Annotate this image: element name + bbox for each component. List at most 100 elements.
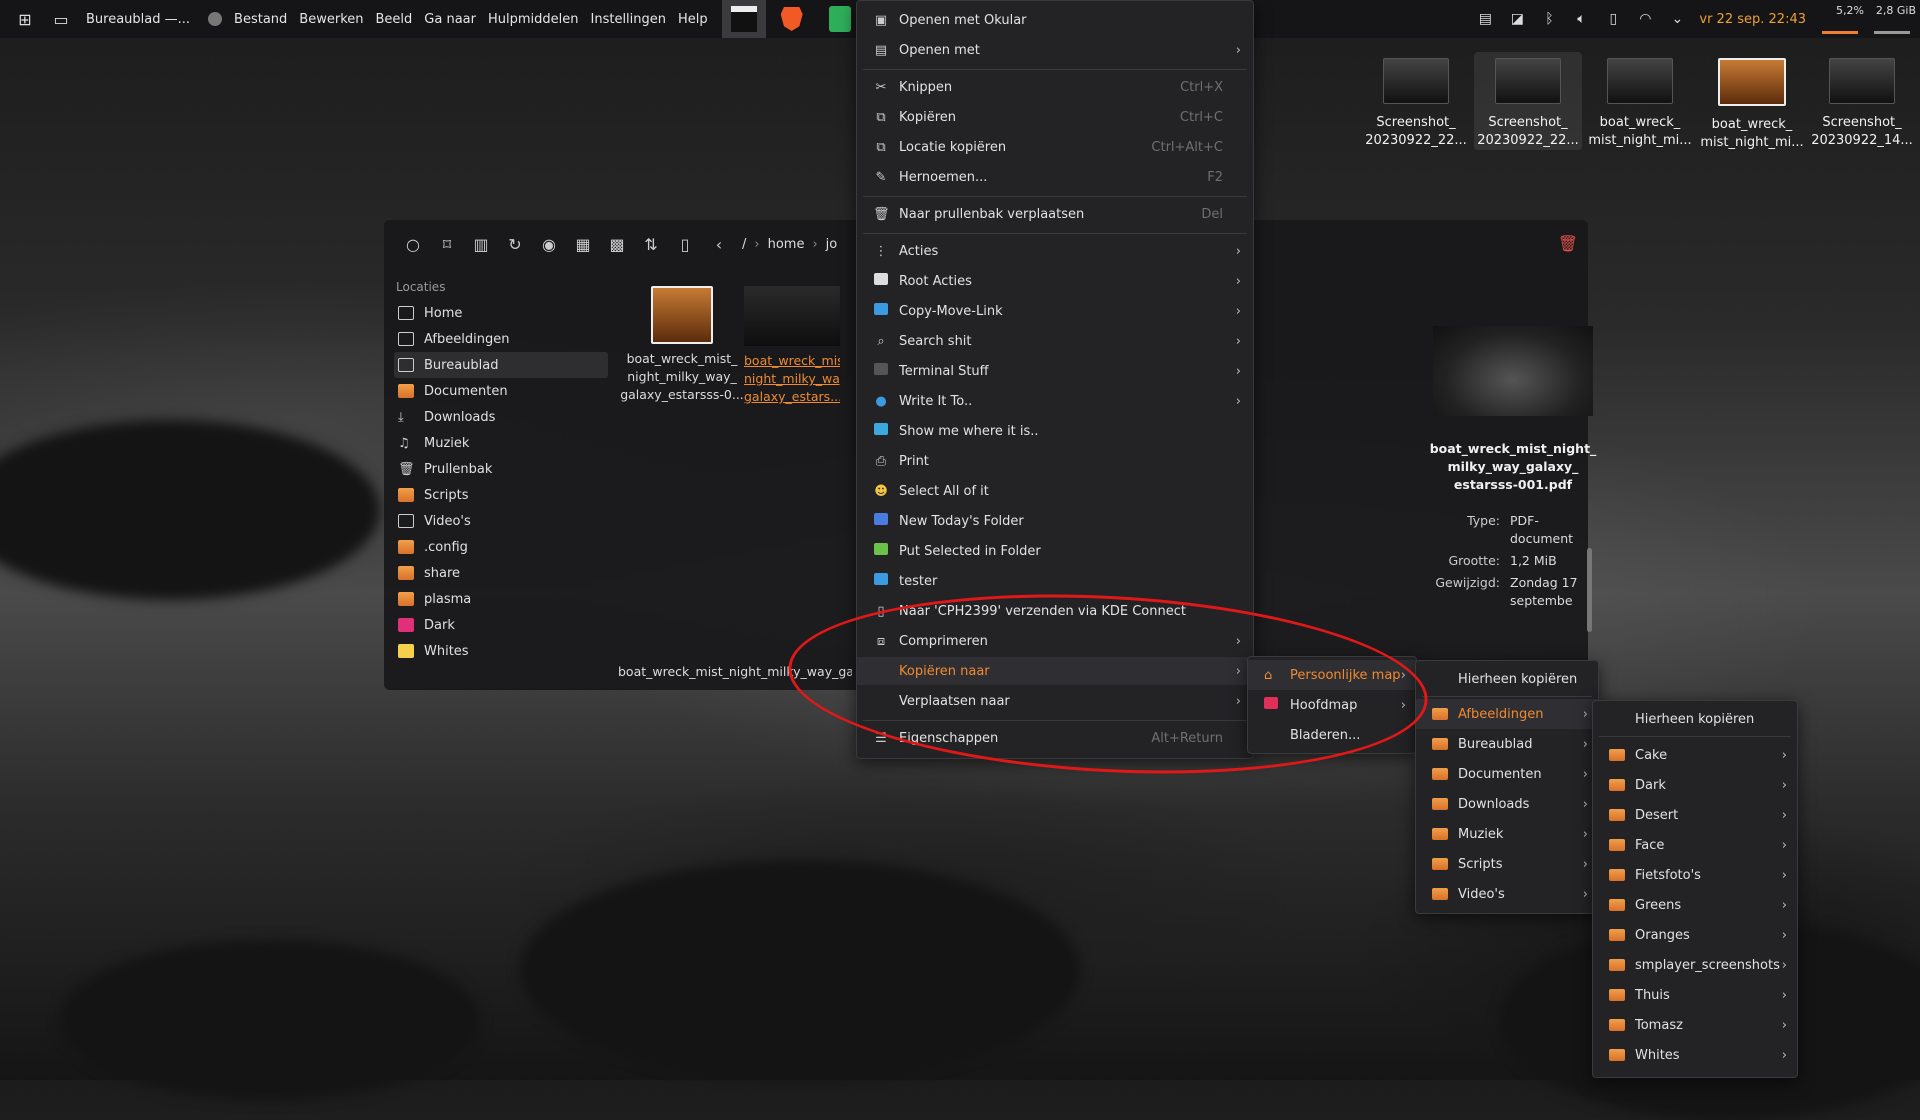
submenu-item-documenten[interactable]: Documenten › — [1416, 759, 1598, 789]
split-view-icon[interactable]: ▥ — [466, 230, 496, 258]
place-plasma[interactable]: plasma — [394, 586, 608, 612]
cpu-monitor[interactable]: 5,2% — [1816, 0, 1868, 38]
info-scrollbar[interactable] — [1587, 548, 1592, 632]
back-icon[interactable]: ‹ — [704, 230, 734, 258]
menu-item-move-to[interactable]: Verplaatsen naar › — [857, 687, 1253, 715]
submenu-item-downloads[interactable]: Downloads › — [1416, 789, 1598, 819]
menu-instellingen[interactable]: Instellingen — [591, 12, 667, 27]
bookmark-icon[interactable]: ⌑ — [432, 230, 462, 258]
menu-item-terminal-stuff[interactable]: Terminal Stuff › — [857, 357, 1253, 385]
menu-item-new-todays-folder[interactable]: New Today's Folder — [857, 507, 1253, 535]
compact-view-icon[interactable]: ▩ — [602, 230, 632, 258]
place-whites[interactable]: Whites — [394, 638, 608, 664]
menu-item-properties[interactable]: ☰ Eigenschappen Alt+Return — [857, 724, 1253, 752]
submenu-item-greens[interactable]: Greens › — [1593, 890, 1797, 920]
menu-item-show-me-where[interactable]: Show me where it is.. — [857, 417, 1253, 445]
desktop-icon[interactable]: boat_wreck_ mist_night_mi... — [1698, 52, 1806, 152]
place-prullenbak[interactable]: 🗑︎ Prullenbak — [394, 456, 608, 482]
place-muziek[interactable]: ♫ Muziek — [394, 430, 608, 456]
menu-beeld[interactable]: Beeld — [376, 12, 413, 27]
place-share[interactable]: share — [394, 560, 608, 586]
submenu-item-tomasz[interactable]: Tomasz › — [1593, 1010, 1797, 1040]
updates-icon[interactable]: ◪ — [1505, 9, 1529, 29]
desktop-icon[interactable]: Screenshot_ 20230922_22... — [1474, 52, 1582, 150]
desktop-icon[interactable]: boat_wreck_ mist_night_mi... — [1586, 52, 1694, 150]
new-file-icon[interactable]: ▯ — [670, 230, 700, 258]
task-brave-button[interactable] — [770, 0, 814, 38]
menu-item-move-to-trash[interactable]: 🗑︎ Naar prullenbak verplaatsen Del — [857, 200, 1253, 228]
clipboard-icon[interactable]: ▤ — [1473, 9, 1497, 29]
menu-item-print[interactable]: ⎙ Print — [857, 447, 1253, 475]
place-videos[interactable]: Video's — [394, 508, 608, 534]
submenu-item-whites[interactable]: Whites › — [1593, 1040, 1797, 1070]
place-config[interactable]: .config — [394, 534, 608, 560]
screen-capture-icon[interactable]: ▭ — [50, 8, 72, 30]
network-icon[interactable]: ◠ — [1633, 9, 1657, 29]
app-launcher-icon[interactable]: ⊞ — [14, 8, 36, 30]
refresh-icon[interactable]: ↻ — [500, 230, 530, 258]
submenu-item-copy-here[interactable]: Hierheen kopiëren — [1416, 664, 1598, 694]
menu-bewerken[interactable]: Bewerken — [299, 12, 363, 27]
preview-eye-icon[interactable]: ◉ — [534, 230, 564, 258]
menu-item-copy-move-link[interactable]: Copy-Move-Link › — [857, 297, 1253, 325]
digital-clock[interactable]: vr 22 sep. 22:43 — [1699, 12, 1806, 27]
menu-item-copy-location[interactable]: ⧉ Locatie kopiëren Ctrl+Alt+C — [857, 133, 1253, 161]
place-dark[interactable]: Dark — [394, 612, 608, 638]
menu-item-copy-to[interactable]: Kopiëren naar › — [857, 657, 1253, 685]
menu-item-open-okular[interactable]: ▣ Openen met Okular — [857, 6, 1253, 34]
volume-icon[interactable]: 🔈︎ — [1569, 9, 1593, 29]
circle-icon[interactable]: ○ — [398, 230, 428, 258]
sort-icon[interactable]: ⇅ — [636, 230, 666, 258]
menu-item-cut[interactable]: ✂ Knippen Ctrl+X — [857, 73, 1253, 101]
icons-view-icon[interactable]: ▦ — [568, 230, 598, 258]
menu-item-rename[interactable]: ✎ Hernoemen... F2 — [857, 163, 1253, 191]
submenu-item-root-folder[interactable]: Hoofdmap › — [1248, 690, 1416, 720]
submenu-item-home-folder[interactable]: ⌂ Persoonlijke map › — [1248, 660, 1416, 690]
breadcrumb-root[interactable]: / — [742, 237, 746, 252]
place-home[interactable]: Home — [394, 300, 608, 326]
delete-icon[interactable]: 🗑︎ — [1558, 234, 1578, 253]
desktop-icon[interactable]: Screenshot_ 20230922_22... — [1362, 52, 1470, 150]
memory-monitor[interactable]: 2,8 GiB — [1868, 0, 1920, 38]
menu-item-write-it-to[interactable]: ● Write It To.. › — [857, 387, 1253, 415]
menu-help[interactable]: Help — [678, 12, 708, 27]
submenu-item-muziek[interactable]: Muziek › — [1416, 819, 1598, 849]
submenu-item-face[interactable]: Face › — [1593, 830, 1797, 860]
menu-item-put-selected-in-folder[interactable]: Put Selected in Folder — [857, 537, 1253, 565]
menu-hulpmiddelen[interactable]: Hulpmiddelen — [488, 12, 579, 27]
submenu-item-browse[interactable]: Bladeren... — [1248, 720, 1416, 750]
submenu-item-bureaublad[interactable]: Bureaublad › — [1416, 729, 1598, 759]
breadcrumb-home[interactable]: home — [768, 237, 805, 252]
menu-item-open-with[interactable]: ▤ Openen met › — [857, 36, 1253, 64]
menu-item-kde-connect[interactable]: ▯ Naar 'CPH2399' verzenden via KDE Connec… — [857, 597, 1253, 625]
place-documenten[interactable]: Documenten — [394, 378, 608, 404]
task-terminal-button[interactable] — [721, 0, 766, 38]
submenu-item-copy-here[interactable]: Hierheen kopiëren — [1593, 704, 1797, 734]
submenu-item-desert[interactable]: Desert › — [1593, 800, 1797, 830]
place-afbeeldingen[interactable]: Afbeeldingen — [394, 326, 608, 352]
file-item-selected[interactable]: boat_wreck_mis night_milky_way galaxy_es… — [744, 286, 840, 406]
menu-ga-naar[interactable]: Ga naar — [424, 12, 476, 27]
menu-item-copy[interactable]: ⧉ Kopiëren Ctrl+C — [857, 103, 1253, 131]
submenu-item-smplayer-screenshots[interactable]: smplayer_screenshots › — [1593, 950, 1797, 980]
desktop-icon[interactable]: Screenshot_ 20230922_14... — [1808, 52, 1916, 150]
submenu-item-oranges[interactable]: Oranges › — [1593, 920, 1797, 950]
tray-expand-chevron-icon[interactable]: ⌄ — [1665, 9, 1689, 29]
breadcrumb-user[interactable]: jo — [826, 237, 838, 252]
submenu-item-afbeeldingen[interactable]: Afbeeldingen › — [1416, 699, 1598, 729]
place-bureaublad[interactable]: Bureaublad — [394, 352, 608, 378]
file-item[interactable]: boat_wreck_mist_ night_milky_way_ galaxy… — [620, 286, 744, 404]
menu-bestand[interactable]: Bestand — [234, 12, 287, 27]
menu-item-root-actions[interactable]: Root Acties › — [857, 267, 1253, 295]
phone-icon[interactable]: ▯ — [1601, 9, 1625, 29]
submenu-item-thuis[interactable]: Thuis › — [1593, 980, 1797, 1010]
submenu-item-fietsfotos[interactable]: Fietsfoto's › — [1593, 860, 1797, 890]
menu-item-compress[interactable]: ⧈ Comprimeren › — [857, 627, 1253, 655]
submenu-item-videos[interactable]: Video's › — [1416, 879, 1598, 909]
menu-item-tester[interactable]: tester — [857, 567, 1253, 595]
menu-item-search[interactable]: ⌕ Search shit › — [857, 327, 1253, 355]
place-scripts[interactable]: Scripts — [394, 482, 608, 508]
submenu-item-cake[interactable]: Cake › — [1593, 740, 1797, 770]
submenu-item-dark[interactable]: Dark › — [1593, 770, 1797, 800]
bluetooth-icon[interactable]: ᛒ — [1537, 9, 1561, 29]
